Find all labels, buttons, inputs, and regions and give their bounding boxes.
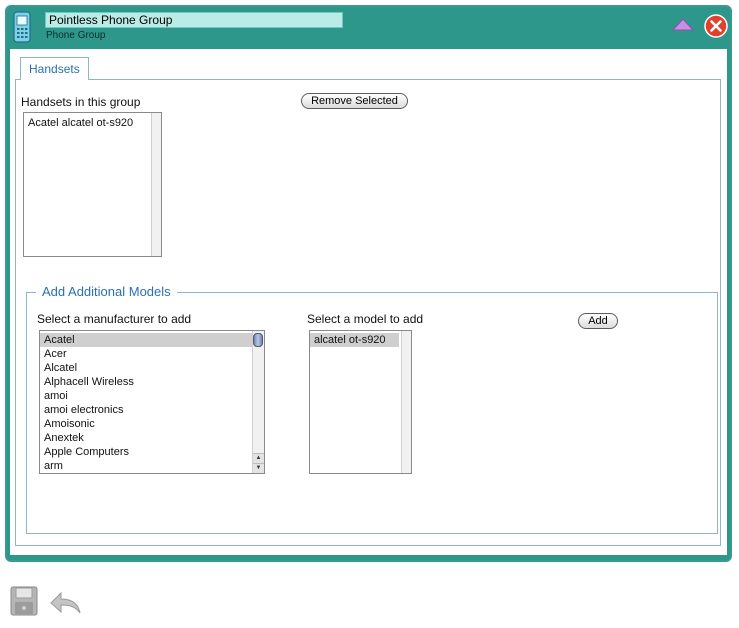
manufacturer-scrollbar[interactable]: ▲ ▼: [252, 331, 264, 473]
list-item[interactable]: Apple Computers: [40, 445, 264, 459]
list-item[interactable]: alcatel ot-s920: [310, 333, 399, 347]
window-content: Handsets Handsets in this group Acatel a…: [10, 49, 727, 555]
undo-arrow-icon[interactable]: [48, 589, 82, 615]
title-bar: Phone Group: [7, 7, 730, 49]
remove-selected-button[interactable]: Remove Selected: [301, 93, 408, 109]
phone-group-window: Phone Group Handsets Handsets in this gr…: [5, 5, 732, 562]
handsets-listbox[interactable]: Acatel alcatel ot-s920: [23, 112, 162, 257]
model-listbox[interactable]: alcatel ot-s920: [309, 330, 412, 474]
handsets-scrollbar[interactable]: [151, 113, 161, 256]
list-item[interactable]: Alcatel: [40, 361, 264, 375]
list-item[interactable]: amoi: [40, 389, 264, 403]
manufacturer-listbox[interactable]: Acatel Acer Alcatel Alphacell Wireless a…: [39, 330, 265, 474]
close-x-icon[interactable]: [704, 14, 728, 38]
list-item[interactable]: amoi electronics: [40, 403, 264, 417]
model-scrollbar[interactable]: [401, 331, 411, 473]
list-item[interactable]: Anextek: [40, 431, 264, 445]
mobile-phone-icon: [13, 11, 31, 43]
list-item[interactable]: arm: [40, 459, 264, 473]
window-subtitle: Phone Group: [46, 30, 106, 41]
list-item[interactable]: Amoisonic: [40, 417, 264, 431]
manufacturer-label: Select a manufacturer to add: [37, 312, 192, 326]
model-label: Select a model to add: [307, 312, 424, 326]
list-item[interactable]: Acatel: [40, 333, 264, 347]
add-button[interactable]: Add: [578, 313, 618, 329]
handsets-tab-panel: Handsets in this group Acatel alcatel ot…: [15, 79, 721, 546]
scroll-up-arrow-icon[interactable]: ▲: [253, 453, 264, 463]
triangle-up-icon[interactable]: [671, 16, 695, 32]
list-item[interactable]: Alphacell Wireless: [40, 375, 264, 389]
save-disk-icon[interactable]: [10, 586, 38, 616]
list-item[interactable]: Acatel alcatel ot-s920: [24, 116, 161, 130]
list-item[interactable]: Acer: [40, 347, 264, 361]
add-models-group: Add Additional Models Select a manufactu…: [26, 284, 718, 534]
tab-handsets[interactable]: Handsets: [20, 57, 89, 80]
group-name-input[interactable]: [45, 12, 343, 28]
scroll-thumb[interactable]: [253, 333, 263, 347]
handsets-list-label: Handsets in this group: [21, 95, 141, 109]
scroll-down-arrow-icon[interactable]: ▼: [253, 463, 264, 473]
add-models-legend: Add Additional Models: [36, 284, 177, 300]
